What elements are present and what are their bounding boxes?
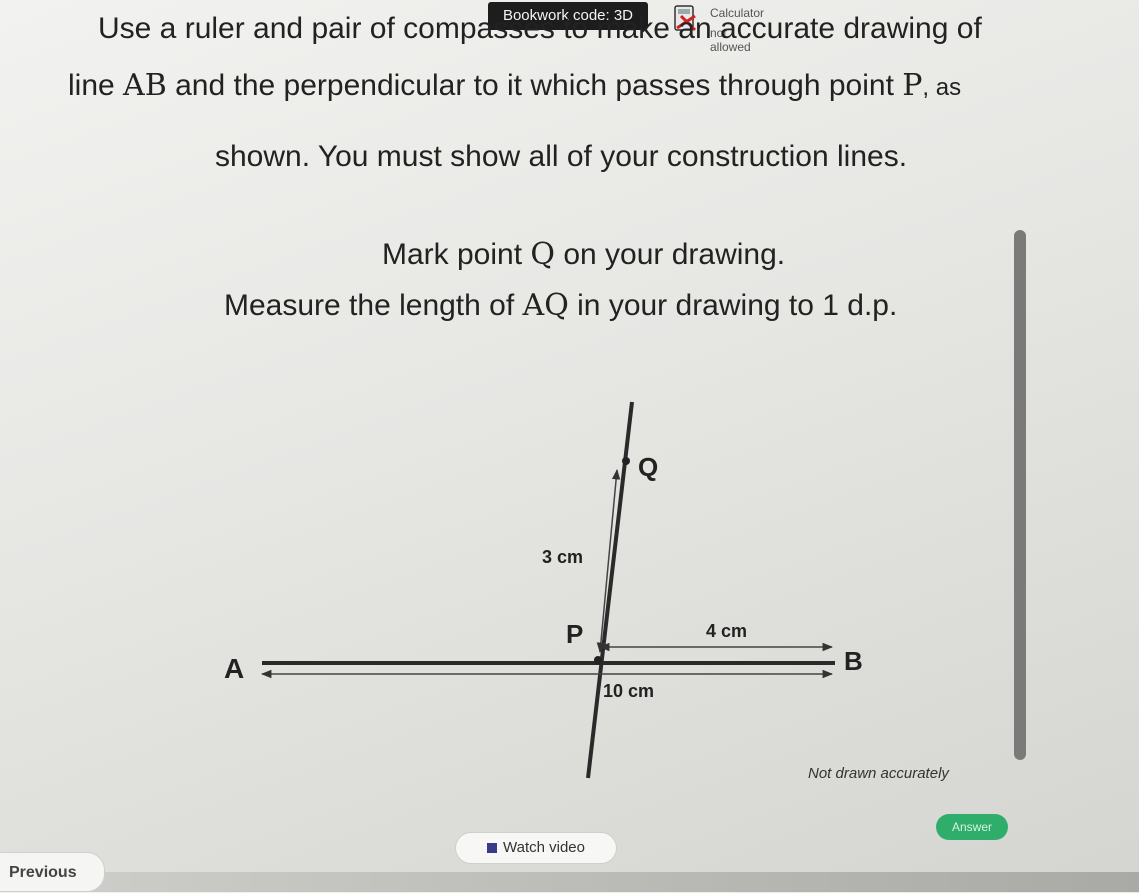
dim-label-pb: 4 cm: [706, 621, 747, 641]
point-p: [594, 656, 602, 664]
label-q: Q: [638, 452, 658, 482]
not-drawn-accurately-note: Not drawn accurately: [808, 765, 950, 782]
previous-button[interactable]: Previous: [0, 852, 105, 892]
construction-diagram: Q P A B 3 cm 4 cm 10 cm Not drawn accura…: [224, 401, 950, 782]
label-b: B: [844, 646, 863, 676]
watch-video-button[interactable]: Watch video: [455, 832, 617, 864]
dim-label-pq: 3 cm: [542, 547, 583, 567]
watch-video-label: Watch video: [503, 839, 585, 856]
label-a: A: [224, 653, 244, 684]
scrollbar[interactable]: [1014, 230, 1026, 760]
answer-button[interactable]: Answer: [936, 814, 1008, 840]
point-q: [622, 457, 630, 465]
label-p: P: [566, 619, 583, 649]
bottom-strip: [0, 872, 1139, 892]
video-icon: [487, 843, 497, 854]
dim-label-ab: 10 cm: [603, 681, 654, 701]
